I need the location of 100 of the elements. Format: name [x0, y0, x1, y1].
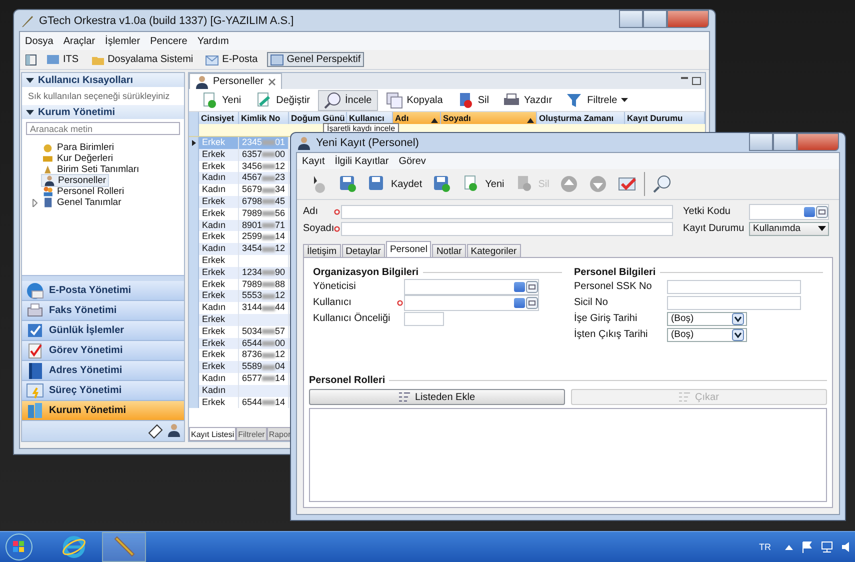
menu-item[interactable]: Araçlar — [63, 36, 96, 46]
browse-button[interactable] — [514, 282, 525, 292]
perspective-button[interactable]: ITS — [43, 52, 82, 67]
network-icon[interactable] — [821, 541, 833, 553]
close-button[interactable] — [667, 10, 709, 28]
row-indicator — [189, 396, 199, 408]
minimize-button[interactable] — [749, 133, 773, 151]
clear-button-icon[interactable] — [526, 280, 538, 292]
toolbar-button[interactable]: Yeni — [195, 90, 248, 110]
language-indicator[interactable]: TR — [759, 542, 771, 552]
start-orb-icon[interactable] — [4, 532, 34, 562]
menu-item[interactable]: Dosya — [25, 36, 54, 46]
text-field[interactable] — [667, 280, 801, 294]
id-number-start: 5034 — [242, 326, 262, 338]
close-icon[interactable] — [268, 78, 276, 86]
browse-button[interactable] — [514, 298, 525, 308]
tree-item[interactable]: Para Birimleri — [41, 142, 116, 153]
column-header[interactable]: Soyadı — [441, 112, 537, 124]
toolbar-icon — [566, 92, 584, 108]
toolbar-button[interactable]: Yazdır — [496, 90, 558, 110]
dropdown[interactable]: (Boş) — [667, 328, 747, 342]
perspective-button[interactable]: Genel Perspektif — [266, 52, 364, 67]
tree-item[interactable]: Birim Seti Tanımları — [41, 164, 142, 175]
toolbar-button[interactable]: Kaydet — [365, 175, 426, 193]
id-number-start: 6357 — [242, 148, 262, 161]
text-field[interactable] — [341, 204, 673, 218]
tab[interactable]: Kategoriler — [466, 244, 521, 257]
menu-item[interactable]: İşlemler — [105, 36, 140, 46]
taskbar-button[interactable] — [102, 532, 146, 562]
layout-icon[interactable] — [25, 54, 37, 66]
clear-button-icon[interactable] — [526, 296, 538, 308]
flag-icon[interactable] — [801, 541, 813, 553]
text-field[interactable] — [404, 312, 444, 326]
show-hidden-icon[interactable] — [785, 544, 793, 550]
module-button[interactable]: Günlük İşlemler — [22, 321, 184, 341]
header-corner — [189, 112, 199, 124]
menu-item[interactable]: Yardım — [197, 36, 229, 46]
module-button[interactable]: Süreç Yönetimi — [22, 381, 184, 401]
tab[interactable]: Personel — [386, 241, 432, 257]
perspective-button[interactable]: E-Posta — [202, 52, 261, 67]
text-field[interactable] — [341, 222, 673, 236]
search-field[interactable]: Aranacak metin — [26, 122, 180, 135]
dropdown-arrow-icon — [818, 226, 826, 231]
field-label: Personel SSK No — [574, 281, 653, 292]
view-tab[interactable]: Personeller — [189, 73, 282, 89]
toolbar-button[interactable]: Kopyala — [380, 90, 449, 110]
dropdown-value: (Boş) — [671, 313, 694, 324]
tree-item[interactable]: Personel Rolleri — [41, 186, 126, 197]
browse-button[interactable] — [804, 206, 815, 216]
tab[interactable]: İletişim — [303, 244, 341, 257]
menu-item[interactable]: İlgili Kayıtlar — [334, 156, 389, 166]
minimize-button[interactable] — [619, 10, 643, 28]
section-header[interactable]: Kurum Yönetimi — [22, 105, 184, 119]
toolbar-button[interactable]: Yeni — [459, 175, 508, 193]
id-number-start: 5589 — [242, 361, 262, 373]
id-number-end: 01 — [274, 137, 285, 149]
column-title: Oluşturma Zamanı — [539, 113, 614, 123]
tree-item[interactable]: Kur Değerleri — [41, 153, 115, 164]
menu-item[interactable]: Kayıt — [302, 156, 325, 166]
toolbar-button[interactable]: İncele — [318, 90, 378, 110]
lookup-field[interactable] — [404, 294, 539, 310]
dropdown[interactable]: (Boş) — [667, 312, 747, 326]
menu-item[interactable]: Pencere — [150, 36, 188, 46]
tab[interactable]: Filtreler — [236, 428, 267, 441]
toolbar-button[interactable]: Değiştir — [249, 90, 316, 110]
toolbar-button[interactable]: Sil — [450, 90, 495, 110]
id-number-end: 14 — [274, 396, 285, 408]
lookup-field[interactable] — [404, 278, 539, 294]
splitter-handle[interactable] — [22, 275, 184, 281]
field-label: Kullanıcı Önceliği — [313, 313, 392, 324]
menu-item[interactable]: Görev — [398, 156, 426, 166]
perspective-button[interactable]: Dosyalama Sistemi — [88, 52, 196, 67]
id-number-start: 8901 — [242, 220, 262, 232]
lookup-field[interactable] — [749, 204, 829, 220]
tree-item[interactable]: Genel Tanımlar — [41, 197, 124, 208]
tab[interactable]: Detaylar — [342, 244, 385, 257]
module-button[interactable]: Faks Yönetimi — [22, 301, 184, 321]
clear-button-icon[interactable] — [816, 206, 828, 218]
text-field[interactable] — [667, 296, 801, 310]
module-button[interactable]: E-Posta Yönetimi — [22, 281, 184, 301]
dropdown[interactable]: Kullanımda — [749, 222, 829, 236]
module-button[interactable]: Adres Yönetimi — [22, 361, 184, 381]
expander-arrow-icon[interactable] — [31, 198, 39, 206]
toolbar-button[interactable]: Filtrele — [560, 90, 634, 110]
close-button[interactable] — [797, 133, 839, 151]
tree-item[interactable]: Personeller — [41, 174, 110, 187]
module-button[interactable]: Görev Yönetimi — [22, 341, 184, 361]
tab[interactable]: Notlar — [432, 244, 466, 257]
module-button[interactable]: Kurum Yönetimi — [22, 401, 184, 421]
maximize-button[interactable] — [773, 133, 797, 151]
role-button[interactable]: Listeden Ekle — [309, 389, 565, 405]
maximize-button[interactable] — [692, 77, 701, 85]
tab[interactable]: Kayıt Listesi — [189, 428, 236, 441]
maximize-button[interactable] — [643, 10, 667, 28]
redacted-block — [262, 294, 275, 299]
speaker-icon[interactable] — [841, 541, 851, 553]
table-cell: Erkek — [199, 137, 239, 149]
section-header[interactable]: Kullanıcı Kısayolları — [22, 73, 184, 87]
person-icon[interactable] — [167, 423, 181, 439]
column-header[interactable]: Adı — [393, 112, 441, 124]
